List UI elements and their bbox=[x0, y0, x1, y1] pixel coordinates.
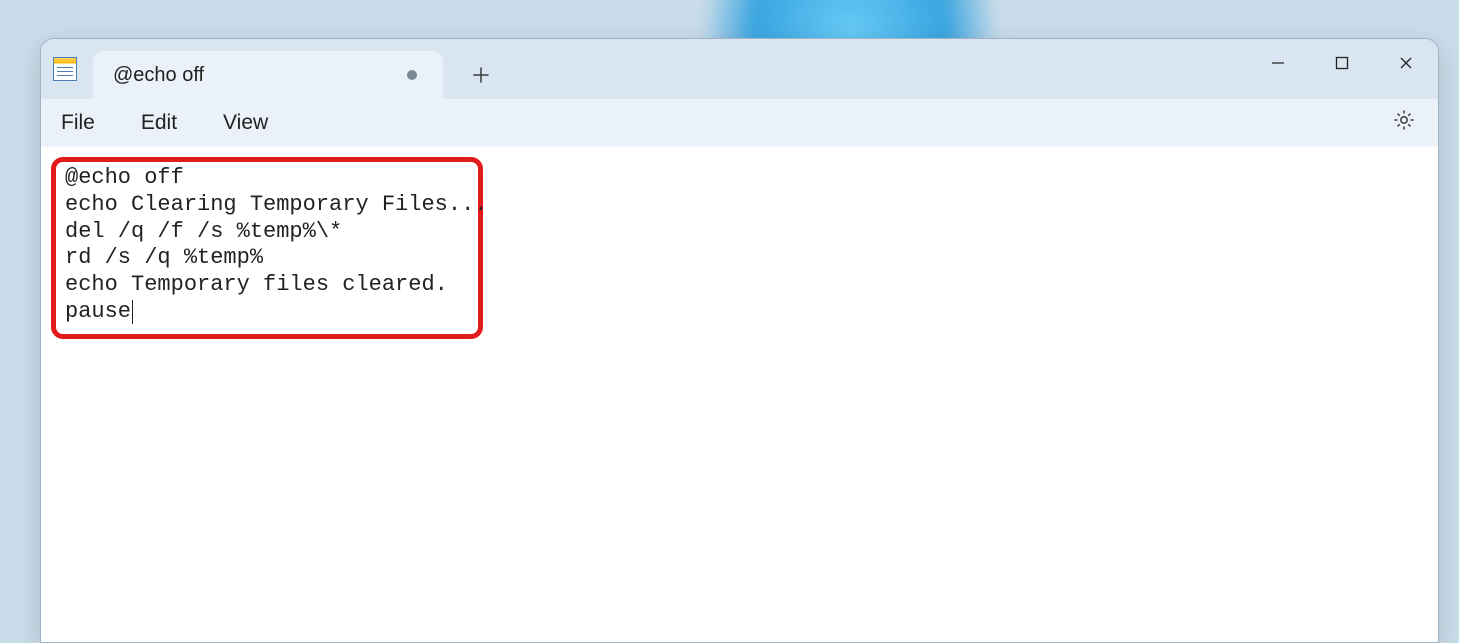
menu-file[interactable]: File bbox=[61, 111, 95, 135]
editor-line: del /q /f /s %temp%\* bbox=[65, 219, 342, 244]
tab-title: @echo off bbox=[113, 64, 395, 87]
menu-view[interactable]: View bbox=[223, 111, 268, 135]
editor-area[interactable]: @echo off echo Clearing Temporary Files.… bbox=[41, 147, 1438, 642]
text-cursor bbox=[132, 300, 133, 324]
maximize-button[interactable] bbox=[1310, 39, 1374, 87]
window-controls bbox=[1246, 39, 1438, 87]
new-tab-button[interactable] bbox=[457, 51, 505, 99]
close-button[interactable] bbox=[1374, 39, 1438, 87]
notepad-window: @echo off File Edit View bbox=[40, 38, 1439, 643]
editor-text[interactable]: @echo off echo Clearing Temporary Files.… bbox=[55, 159, 1424, 332]
menubar: File Edit View bbox=[41, 99, 1438, 147]
settings-button[interactable] bbox=[1392, 108, 1416, 138]
minimize-button[interactable] bbox=[1246, 39, 1310, 87]
editor-line: @echo off bbox=[65, 165, 184, 190]
unsaved-indicator-icon bbox=[407, 70, 417, 80]
editor-line: echo Clearing Temporary Files... bbox=[65, 192, 487, 217]
editor-line: rd /s /q %temp% bbox=[65, 245, 263, 270]
notepad-app-icon bbox=[53, 57, 77, 81]
editor-line: pause bbox=[65, 299, 131, 324]
document-tab[interactable]: @echo off bbox=[93, 51, 443, 99]
menu-edit[interactable]: Edit bbox=[141, 111, 177, 135]
editor-line: echo Temporary files cleared. bbox=[65, 272, 448, 297]
titlebar: @echo off bbox=[41, 39, 1438, 99]
